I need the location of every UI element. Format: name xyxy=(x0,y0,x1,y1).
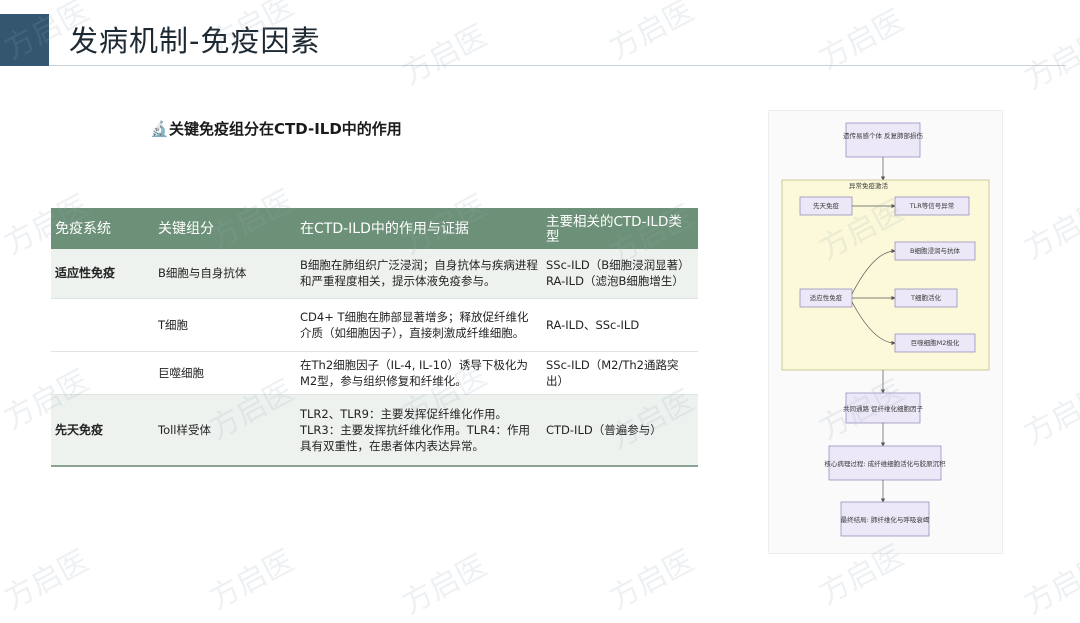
flow-text-top: 遗传易感个体 反复肺部损伤 xyxy=(843,131,924,140)
column-header: 关键组分 xyxy=(154,208,296,249)
immune-system-cell: 适应性免疫 xyxy=(51,249,154,299)
role-cell: TLR2、TLR9：主要发挥促纤维化作用。TLR3：主要发挥抗纤维化作用。TLR… xyxy=(296,394,542,467)
column-header: 免疫系统 xyxy=(51,208,154,249)
type-cell: SSc-ILD（M2/Th2通路突出） xyxy=(542,351,698,395)
role-cell: B细胞在肺组织广泛浸润；自身抗体与疾病进程和严重程度相关，提示体液免疫参与。 xyxy=(296,249,542,299)
page-title: 发病机制-免疫因素 xyxy=(69,24,321,58)
watermark-text: 方启医 xyxy=(1018,548,1080,622)
watermark-text: 方启医 xyxy=(0,543,95,617)
flow-text-outcome: 最终结局: 肺纤维化与呼吸衰竭 xyxy=(841,515,930,524)
watermark-text: 方启医 xyxy=(396,18,493,92)
immune-system-cell xyxy=(51,298,154,352)
component-cell: T细胞 xyxy=(154,298,296,352)
flow-text-core: 核心病理过程: 成纤维细胞活化与胶原沉积 xyxy=(824,459,946,468)
table-header-row: 免疫系统 关键组分 在CTD-ILD中的作用与证据 主要相关的CTD-ILD类型 xyxy=(51,208,698,249)
column-header: 在CTD-ILD中的作用与证据 xyxy=(296,208,542,249)
immune-system-cell: 先天免疫 xyxy=(51,394,154,467)
role-cell: CD4+ T细胞在肺部显著增多；释放促纤维化介质（如细胞因子），直接刺激成纤维细… xyxy=(296,298,542,352)
subtitle-text: 关键免疫组分在CTD-ILD中的作用 xyxy=(169,120,402,138)
table-row: 适应性免疫 B细胞与自身抗体 B细胞在肺组织广泛浸润；自身抗体与疾病进程和严重程… xyxy=(51,249,698,299)
type-cell: CTD-ILD（普遍参与） xyxy=(542,394,698,467)
component-cell: B细胞与自身抗体 xyxy=(154,249,296,299)
watermark-text: 方启医 xyxy=(396,548,493,622)
flow-text-adaptive: 适应性免疫 xyxy=(810,293,843,302)
flow-text-tcell: T细胞活化 xyxy=(910,293,941,302)
header-accent-bar xyxy=(0,14,49,66)
flow-text-pathway: 共同通路 促纤维化细胞因子 xyxy=(843,404,924,413)
flow-group-label: 异常免疫激活 xyxy=(849,181,889,190)
flow-text-innate: 先天免疫 xyxy=(813,201,840,210)
table-row: T细胞 CD4+ T细胞在肺部显著增多；释放促纤维化介质（如细胞因子），直接刺激… xyxy=(51,298,698,352)
watermark-text: 方启医 xyxy=(1018,23,1080,97)
table-row: 巨噬细胞 在Th2细胞因子（IL-4, IL-10）诱导下极化为M2型，参与组织… xyxy=(51,351,698,395)
watermark-text: 方启医 xyxy=(603,543,700,617)
header-divider xyxy=(49,65,1066,66)
immune-components-table: 免疫系统 关键组分 在CTD-ILD中的作用与证据 主要相关的CTD-ILD类型… xyxy=(51,208,698,467)
table-row: 先天免疫 Toll样受体 TLR2、TLR9：主要发挥促纤维化作用。TLR3：主… xyxy=(51,394,698,467)
component-cell: 巨噬细胞 xyxy=(154,351,296,395)
pathogenesis-flowchart: 遗传易感个体 反复肺部损伤 异常免疫激活 先天免疫 TLR等信号异常 适应性免疫… xyxy=(768,110,1003,554)
watermark-text: 方启医 xyxy=(603,0,700,67)
type-cell: RA-ILD、SSc-ILD xyxy=(542,298,698,352)
section-subtitle: 🔬关键免疫组分在CTD-ILD中的作用 xyxy=(150,118,402,139)
role-cell: 在Th2细胞因子（IL-4, IL-10）诱导下极化为M2型，参与组织修复和纤维… xyxy=(296,351,542,395)
flowchart-canvas: 遗传易感个体 反复肺部损伤 异常免疫激活 先天免疫 TLR等信号异常 适应性免疫… xyxy=(781,122,990,537)
flow-text-bcell: B细胞浸润与抗体 xyxy=(910,246,960,255)
watermark-text: 方启医 xyxy=(1018,378,1080,452)
watermark-text: 方启医 xyxy=(203,543,300,617)
flow-text-tlr: TLR等信号异常 xyxy=(909,201,955,210)
microscope-icon: 🔬 xyxy=(150,120,169,138)
component-cell: Toll样受体 xyxy=(154,394,296,467)
column-header: 主要相关的CTD-ILD类型 xyxy=(542,208,698,249)
flow-text-macrophage: 巨噬细胞M2极化 xyxy=(911,338,960,347)
type-cell: SSc-ILD（B细胞浸润显著）RA-ILD（滤泡B细胞增生） xyxy=(542,249,698,299)
flow-box-top xyxy=(845,122,921,158)
watermark-text: 方启医 xyxy=(1018,193,1080,267)
immune-system-cell xyxy=(51,351,154,395)
